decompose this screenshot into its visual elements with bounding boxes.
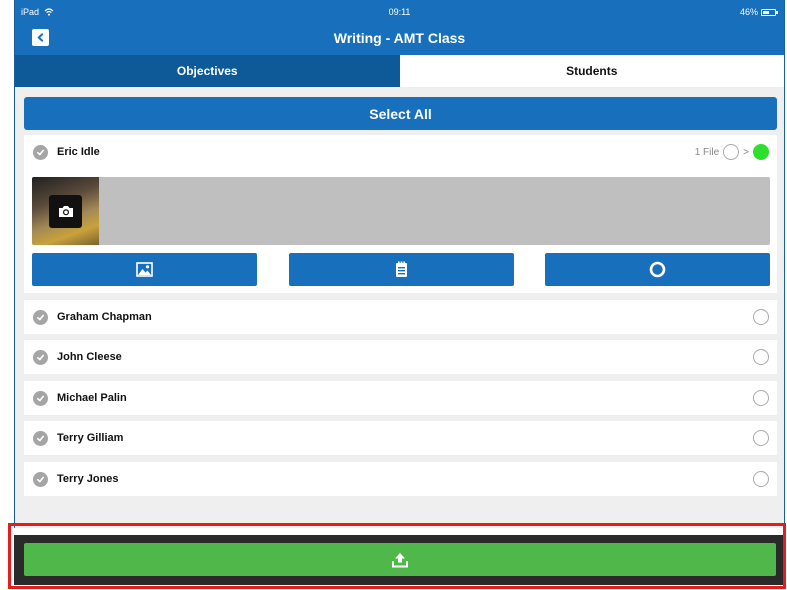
radio-circle-icon[interactable] <box>753 430 769 446</box>
add-note-button[interactable] <box>288 253 514 286</box>
file-count: 1 File <box>694 146 720 158</box>
app-screen: iPad 09:11 46% Writing - AMT Class Objec… <box>14 0 785 528</box>
add-image-button[interactable] <box>32 253 257 286</box>
check-icon[interactable] <box>33 349 48 365</box>
status-dot-green-icon[interactable] <box>753 144 769 160</box>
student-row[interactable]: Terry Gilliam <box>24 421 777 455</box>
battery-icon <box>761 8 778 16</box>
student-row[interactable]: Michael Palin <box>24 381 777 415</box>
student-name: Graham Chapman <box>57 311 152 323</box>
student-row-header[interactable]: Eric Idle 1 File > <box>24 135 777 169</box>
photo-thumbnail[interactable] <box>32 177 99 245</box>
check-icon[interactable] <box>33 390 48 406</box>
record-button[interactable] <box>545 253 770 286</box>
media-strip <box>32 177 770 245</box>
radio-circle-icon[interactable] <box>753 471 769 487</box>
student-name: Terry Jones <box>57 473 119 485</box>
file-status: 1 File > <box>695 144 769 160</box>
radio-circle-icon[interactable] <box>753 349 769 365</box>
clock: 09:11 <box>388 7 411 17</box>
student-name: John Cleese <box>57 351 122 363</box>
image-icon <box>136 262 153 277</box>
arrow-separator: > <box>743 146 749 158</box>
select-all-button[interactable]: Select All <box>24 97 777 130</box>
tab-bar: Objectives Students <box>15 55 784 87</box>
battery-percent: 46% <box>739 7 758 17</box>
highlight-frame <box>8 523 786 589</box>
check-icon[interactable] <box>33 430 48 446</box>
status-right: 46% <box>739 7 778 17</box>
student-card-expanded: Eric Idle 1 File > <box>24 135 777 293</box>
record-circle-icon <box>649 261 666 278</box>
student-row[interactable]: John Cleese <box>24 340 777 374</box>
radio-circle-icon[interactable] <box>753 309 769 325</box>
student-name: Eric Idle <box>57 146 100 158</box>
status-bar: iPad 09:11 46% <box>15 0 784 22</box>
tab-objectives[interactable]: Objectives <box>15 55 400 87</box>
radio-circle-icon[interactable] <box>723 144 740 160</box>
notepad-icon <box>395 261 407 277</box>
page-title: Writing - AMT Class <box>333 30 466 46</box>
check-icon[interactable] <box>33 144 48 160</box>
radio-circle-icon[interactable] <box>753 390 769 406</box>
student-row[interactable]: Terry Jones <box>24 462 777 496</box>
student-row[interactable]: Graham Chapman <box>24 300 777 334</box>
tab-students[interactable]: Students <box>399 55 784 87</box>
camera-icon <box>49 195 82 228</box>
navigation-bar: Writing - AMT Class <box>15 22 784 55</box>
action-bar <box>32 253 770 286</box>
check-icon[interactable] <box>33 471 48 487</box>
check-icon[interactable] <box>33 309 48 325</box>
student-name: Terry Gilliam <box>57 432 124 444</box>
student-name: Michael Palin <box>57 392 127 404</box>
